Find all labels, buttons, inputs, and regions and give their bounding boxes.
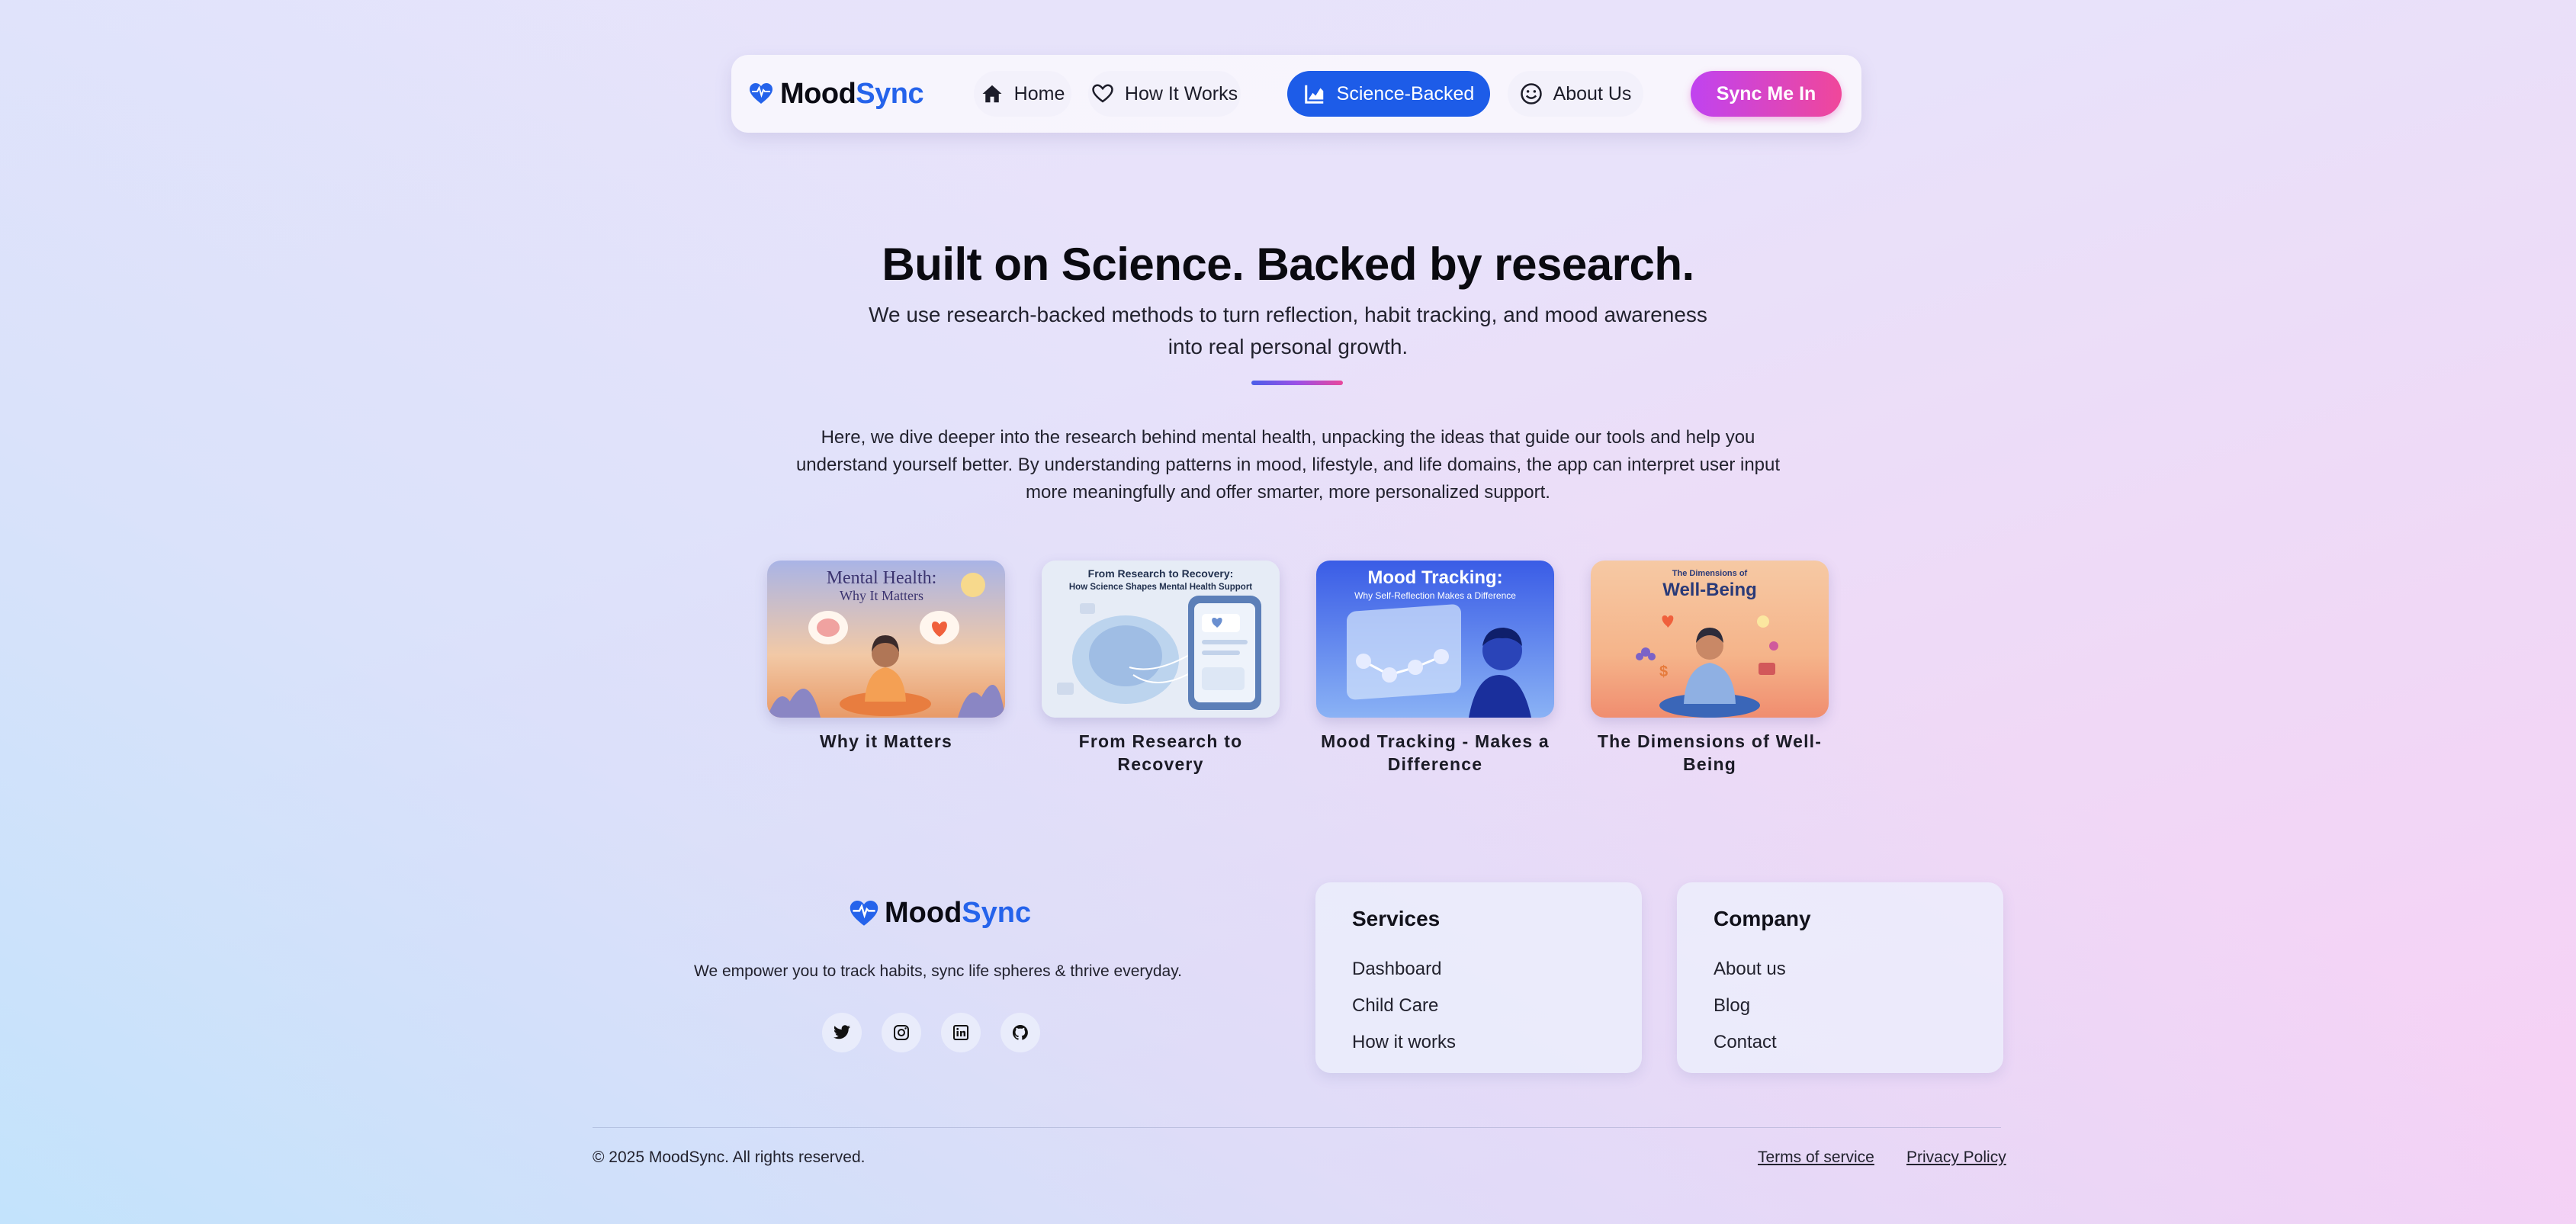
copyright-text: © 2025 MoodSync. All rights reserved. <box>593 1149 866 1166</box>
footer-link-how-it-works[interactable]: How it works <box>1352 1024 1605 1061</box>
card-thumbnail: From Research to Recovery: How Science S… <box>1042 561 1280 718</box>
linkedin-link[interactable] <box>941 1013 981 1052</box>
footer-link-child-care[interactable]: Child Care <box>1352 988 1605 1024</box>
github-link[interactable] <box>1001 1013 1040 1052</box>
twitter-link[interactable] <box>822 1013 862 1052</box>
footer-services-card: Services Dashboard Child Care How it wor… <box>1315 882 1642 1073</box>
svg-text:Mood Tracking:: Mood Tracking: <box>1367 567 1502 588</box>
home-icon <box>982 85 1002 103</box>
nav-how-it-works[interactable]: How It Works <box>1088 71 1241 117</box>
footer-divider <box>593 1127 2001 1128</box>
heart-icon <box>1092 84 1113 103</box>
background <box>0 0 2576 1224</box>
terms-of-service-link[interactable]: Terms of service <box>1758 1149 1874 1167</box>
card-thumbnail: Mood Tracking: Why Self-Reflection Makes… <box>1316 561 1554 718</box>
instagram-link[interactable] <box>882 1013 921 1052</box>
research-recovery-illustration: From Research to Recovery: How Science S… <box>1042 561 1280 718</box>
svg-text:From Research to Recovery:: From Research to Recovery: <box>1088 567 1234 580</box>
svg-text:Well-Being: Well-Being <box>1662 580 1757 600</box>
github-icon <box>1012 1024 1028 1040</box>
footer-link-about-us[interactable]: About us <box>1714 951 1967 988</box>
nav-home[interactable]: Home <box>974 71 1071 117</box>
footer-tagline: We empower you to track habits, sync lif… <box>694 962 1182 980</box>
mood-tracking-illustration: Mood Tracking: Why Self-Reflection Makes… <box>1316 561 1554 718</box>
linkedin-icon <box>953 1025 968 1040</box>
twitter-icon <box>834 1025 850 1039</box>
article-card-mood-tracking[interactable]: Mood Tracking: Why Self-Reflection Makes… <box>1316 561 1554 776</box>
privacy-policy-link[interactable]: Privacy Policy <box>1906 1149 2006 1167</box>
services-heading: Services <box>1352 907 1441 930</box>
top-navbar: MoodSync Home How It Works Science-Backe… <box>731 55 1861 133</box>
svg-text:Why Self-Reflection Makes a Di: Why Self-Reflection Makes a Difference <box>1354 590 1516 601</box>
brand-logo[interactable]: MoodSync <box>750 55 924 133</box>
sync-me-in-button[interactable]: Sync Me In <box>1691 71 1842 117</box>
instagram-icon <box>894 1025 909 1040</box>
card-caption: Mood Tracking - Makes a Difference <box>1321 731 1550 774</box>
footer-link-contact[interactable]: Contact <box>1714 1024 1967 1061</box>
card-caption: Why it Matters <box>820 731 952 751</box>
intro-paragraph: Here, we dive deeper into the research b… <box>795 427 1781 503</box>
footer-link-dashboard[interactable]: Dashboard <box>1352 951 1605 988</box>
heart-pulse-icon <box>750 83 772 104</box>
article-card-why-it-matters[interactable]: Mental Health: Why It Matters Why it Mat… <box>767 561 1005 753</box>
chart-icon <box>1304 85 1323 104</box>
gradient-divider <box>1251 381 1343 385</box>
nav-about-us[interactable]: About Us <box>1508 71 1643 117</box>
svg-text:Why It Matters: Why It Matters <box>840 588 923 603</box>
page-title: Built on Science. Backed by research. <box>882 239 1694 290</box>
well-being-illustration: $ The Dimensions of Well-Being <box>1591 561 1829 718</box>
article-card-dimensions-well-being[interactable]: $ The Dimensions of Well-Being The Dimen… <box>1591 561 1829 776</box>
smile-icon <box>1520 83 1542 104</box>
footer-link-blog[interactable]: Blog <box>1714 988 1967 1024</box>
mental-health-illustration: Mental Health: Why It Matters <box>767 561 1005 718</box>
footer-brand-logo[interactable]: MoodSync <box>850 897 1031 930</box>
footer-company-card: Company About us Blog Contact <box>1677 882 2003 1073</box>
card-caption: From Research to Recovery <box>1078 731 1243 774</box>
article-card-research-to-recovery[interactable]: From Research to Recovery: How Science S… <box>1042 561 1280 776</box>
card-thumbnail: $ The Dimensions of Well-Being <box>1591 561 1829 718</box>
heart-pulse-icon <box>850 900 878 926</box>
svg-text:$: $ <box>1659 663 1668 680</box>
company-heading: Company <box>1714 907 1811 930</box>
card-caption: The Dimensions of Well-Being <box>1597 731 1823 774</box>
svg-text:The Dimensions of: The Dimensions of <box>1672 569 1748 578</box>
social-links <box>822 1013 1040 1052</box>
nav-science-backed[interactable]: Science-Backed <box>1287 71 1490 117</box>
page-subtitle: We use research-backed methods to turn r… <box>869 303 1707 358</box>
svg-text:Mental Health:: Mental Health: <box>827 568 937 588</box>
svg-text:How Science Shapes Mental Heal: How Science Shapes Mental Health Support <box>1069 583 1252 592</box>
card-thumbnail: Mental Health: Why It Matters <box>767 561 1005 718</box>
